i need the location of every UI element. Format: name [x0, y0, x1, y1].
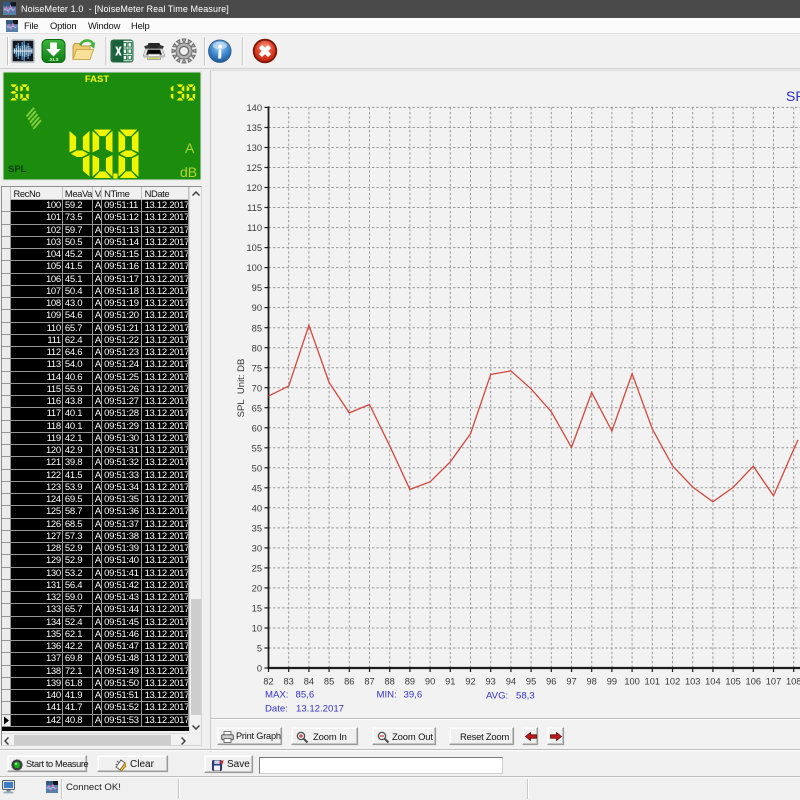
svg-text:AVG:: AVG: [486, 691, 508, 702]
svg-text:130: 130 [246, 143, 262, 153]
svg-text:30: 30 [252, 544, 262, 554]
svg-text:65: 65 [252, 403, 262, 413]
svg-text:SPL: SPL [786, 88, 800, 104]
svg-text:0: 0 [257, 664, 262, 674]
svg-text:SPL Unit: DB: SPL Unit: DB [236, 359, 247, 418]
svg-text:A: A [185, 140, 195, 156]
svg-text:125: 125 [246, 163, 262, 173]
svg-text:105: 105 [246, 243, 262, 253]
svg-text:140: 140 [246, 103, 262, 113]
svg-text:15: 15 [252, 604, 262, 614]
svg-text:5: 5 [257, 644, 262, 654]
svg-text:100: 100 [246, 263, 262, 273]
svg-text:39,6: 39,6 [404, 690, 423, 701]
svg-text:35: 35 [252, 524, 262, 534]
svg-text:13.12.2017: 13.12.2017 [296, 704, 344, 715]
svg-text:75: 75 [252, 363, 262, 373]
svg-text:110: 110 [247, 223, 262, 233]
svg-text:102: 102 [665, 677, 681, 687]
svg-text:97: 97 [566, 677, 576, 687]
svg-text:85: 85 [324, 677, 334, 687]
svg-text:83: 83 [284, 677, 294, 687]
svg-text:70: 70 [252, 383, 262, 393]
svg-text:25: 25 [252, 564, 262, 574]
svg-text:108: 108 [786, 677, 800, 687]
svg-text:95: 95 [526, 677, 536, 687]
svg-text:86: 86 [344, 677, 354, 687]
svg-text:107: 107 [766, 677, 782, 687]
svg-text:Date:: Date: [265, 704, 288, 715]
svg-text:MIN:: MIN: [377, 690, 397, 701]
svg-text:MAX:: MAX: [265, 690, 288, 701]
svg-text:SPL: SPL [8, 164, 27, 175]
svg-text:58,3: 58,3 [516, 691, 535, 702]
svg-text:96: 96 [546, 677, 556, 687]
svg-text:99: 99 [607, 677, 617, 687]
svg-text:89: 89 [405, 677, 415, 687]
svg-text:87: 87 [364, 677, 374, 687]
svg-text:90: 90 [252, 303, 262, 313]
svg-text:82: 82 [263, 677, 273, 687]
svg-text:115: 115 [247, 203, 262, 213]
svg-text:60: 60 [252, 423, 262, 433]
svg-text:135: 135 [246, 123, 262, 133]
svg-text:101: 101 [645, 677, 661, 687]
svg-text:88: 88 [385, 677, 395, 687]
svg-text:100: 100 [624, 677, 640, 687]
svg-text:105: 105 [725, 677, 741, 687]
svg-text:55: 55 [252, 443, 262, 453]
svg-text:85: 85 [252, 323, 262, 333]
svg-text:103: 103 [685, 677, 701, 687]
svg-text:93: 93 [486, 677, 496, 687]
svg-text:120: 120 [246, 183, 262, 193]
svg-text:50: 50 [252, 463, 262, 473]
svg-text:20: 20 [252, 584, 262, 594]
svg-text:91: 91 [445, 677, 455, 687]
svg-text:40: 40 [252, 503, 262, 513]
svg-text:92: 92 [465, 677, 475, 687]
svg-text:94: 94 [506, 677, 516, 687]
svg-text:95: 95 [252, 283, 262, 293]
svg-text:104: 104 [705, 677, 721, 687]
svg-text:10: 10 [252, 624, 262, 634]
svg-text:45: 45 [252, 483, 262, 493]
svg-text:80: 80 [252, 343, 262, 353]
svg-text:dB: dB [180, 164, 197, 180]
svg-text:84: 84 [304, 677, 314, 687]
svg-text:FAST: FAST [85, 74, 109, 85]
svg-text:85,6: 85,6 [296, 690, 315, 701]
svg-text:.XLS: .XLS [48, 57, 58, 62]
svg-text:90: 90 [425, 677, 435, 687]
svg-text:106: 106 [746, 677, 762, 687]
svg-text:98: 98 [587, 677, 597, 687]
